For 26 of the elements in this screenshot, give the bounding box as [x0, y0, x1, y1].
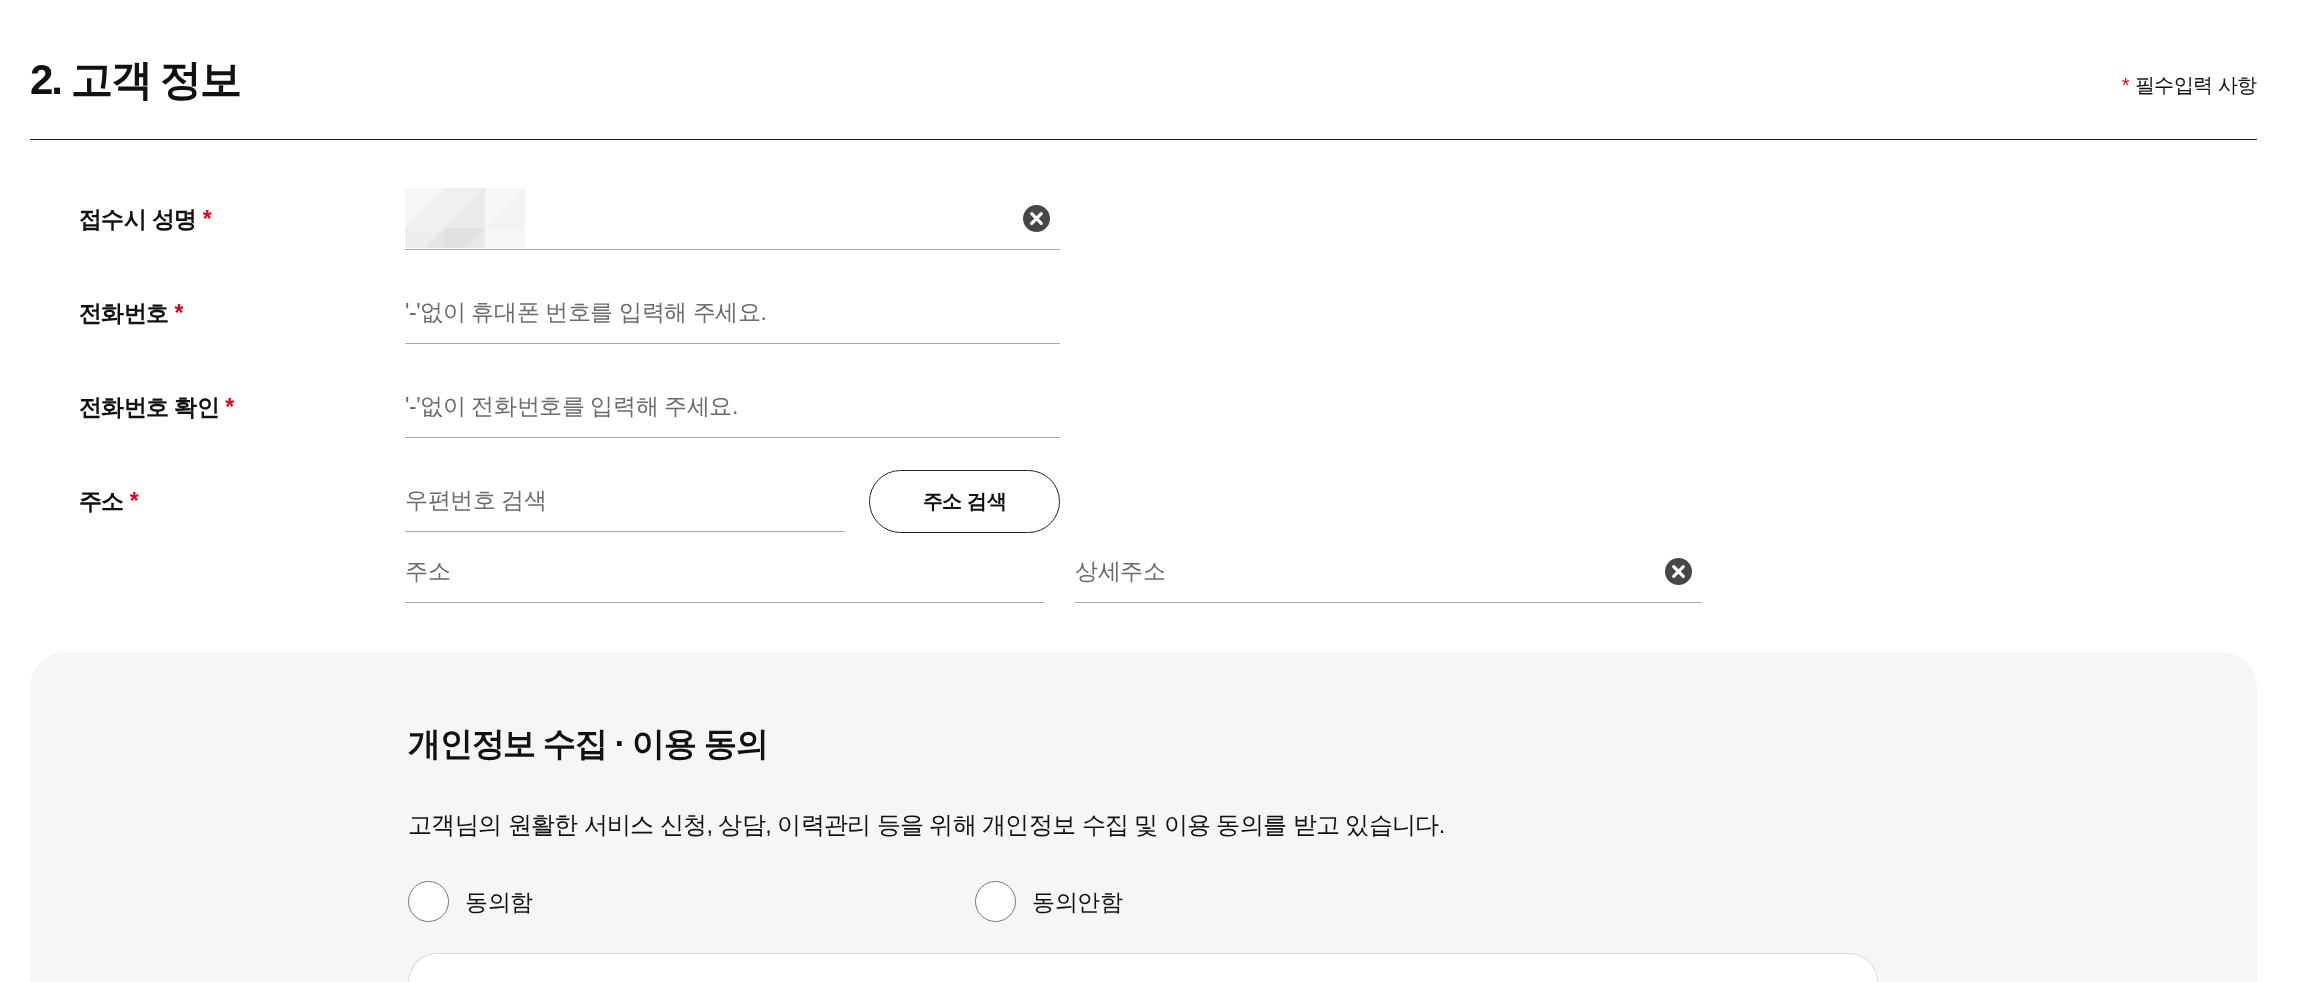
- input-field[interactable]: [405, 188, 1060, 250]
- clear-icon[interactable]: [1023, 205, 1050, 232]
- required-asterisk: *: [174, 299, 183, 327]
- radio-button[interactable]: [975, 881, 1016, 922]
- field-label: 접수시 성명: [79, 204, 197, 234]
- field-label: 주소: [79, 486, 124, 516]
- input-field[interactable]: 주소: [405, 541, 1034, 602]
- input-field[interactable]: 상세주소: [1075, 541, 1655, 602]
- input-field[interactable]: '-'없이 전화번호를 입력해 주세요.: [405, 376, 1050, 437]
- section-title: 2. 고객 정보: [30, 55, 241, 105]
- required-asterisk: *: [129, 487, 139, 515]
- input-field[interactable]: '-'없이 휴대폰 번호를 입력해 주세요.: [405, 282, 1050, 343]
- required-asterisk: *: [225, 393, 234, 421]
- radio-label[interactable]: 동의함: [465, 886, 533, 917]
- search-button[interactable]: 주소 검색: [869, 470, 1060, 533]
- radio-button[interactable]: [408, 881, 449, 922]
- field-label: 전화번호: [79, 298, 169, 328]
- panel-title: 개인정보 수집 · 이용 동의: [408, 724, 768, 764]
- required-asterisk: *: [202, 205, 212, 233]
- input-field[interactable]: 우편번호 검색: [405, 470, 835, 531]
- required-note: 필수입력 사항: [2134, 73, 2257, 98]
- consent-description: 고객님의 원활한 서비스 신청, 상담, 이력관리 등을 위해 개인정보 수집 및 이용 동의를 받고 있습니다.: [408, 811, 1445, 840]
- field-label: 전화번호 확인: [79, 392, 220, 422]
- required-asterisk: *: [2121, 73, 2129, 98]
- clear-icon[interactable]: [1665, 558, 1692, 585]
- radio-label[interactable]: 동의안함: [1032, 886, 1122, 917]
